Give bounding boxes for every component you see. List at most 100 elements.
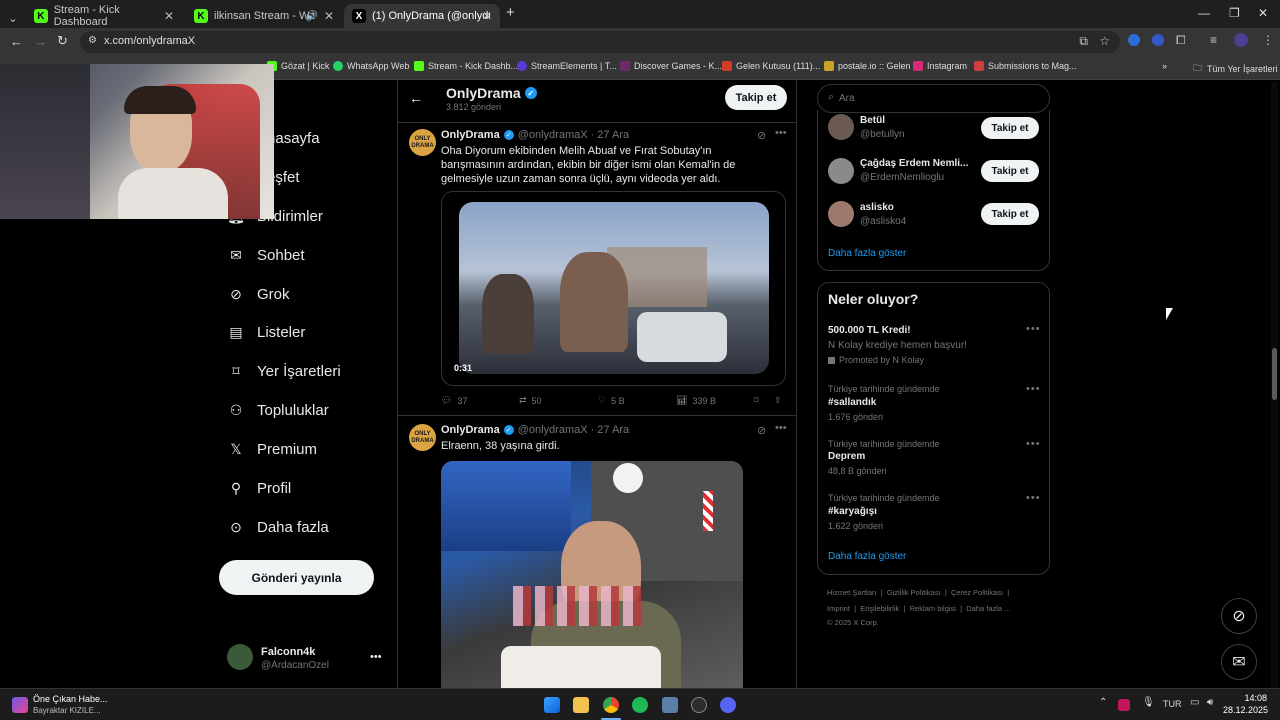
avatar[interactable] [828, 158, 854, 184]
footer-link[interactable]: Erişilebilirlik [860, 604, 899, 613]
nav-item-profile[interactable]: ⚲ Profil [228, 476, 291, 500]
speaker-icon[interactable]: 🔊 [306, 11, 318, 22]
bookmark-item[interactable]: WhatsApp Web [333, 61, 409, 71]
grok-icon[interactable]: ⊘ [757, 129, 766, 142]
grok-float-button[interactable]: ⊘ [1221, 598, 1257, 634]
nav-item-bookmarks[interactable]: ⌑ Yer İşaretleri [228, 359, 340, 383]
app-icon[interactable] [662, 697, 678, 713]
avatar[interactable] [828, 201, 854, 227]
chrome-icon[interactable] [603, 697, 619, 713]
url-box[interactable]: ⚙ x.com/onlydramaX ⧉ ☆ [80, 31, 1120, 53]
star-icon[interactable]: ☆ [1099, 34, 1110, 48]
footer-link[interactable]: Daha fazla ... [966, 604, 1010, 613]
bookmark-item[interactable]: Gelen Kutusu (111)... [722, 61, 820, 71]
trend-name[interactable]: #sallandık [828, 397, 876, 408]
news-title[interactable]: Öne Çıkan Habe... [33, 694, 108, 704]
nav-item-chat[interactable]: ✉ Sohbet [228, 243, 304, 267]
bookmark-icon[interactable]: ⌑ [754, 395, 759, 406]
follow-button[interactable]: Takip et [981, 203, 1039, 225]
windows-start-icon[interactable] [544, 697, 560, 713]
nav-item-more[interactable]: ⊙ Daha fazla [228, 515, 329, 539]
tweet-image[interactable] [441, 461, 743, 688]
clock-time[interactable]: 14:08 [1231, 693, 1267, 703]
nav-item-lists[interactable]: ▤ Listeler [228, 320, 305, 344]
tweet-handle[interactable]: @onlydramaX [518, 129, 588, 141]
spotify-icon[interactable] [632, 697, 648, 713]
promoted-title[interactable]: 500.000 TL Kredi! [828, 325, 911, 336]
tab-kick-dashboard[interactable]: K Stream - Kick Dashboard ✕ [26, 4, 182, 28]
news-widget-icon[interactable] [12, 697, 28, 713]
more-icon[interactable]: ••• [1026, 323, 1041, 335]
footer-link[interactable]: Gizlilik Politikası [887, 588, 941, 597]
tweet-date[interactable]: · 27 Ara [591, 129, 630, 141]
extension-icon[interactable] [1152, 34, 1164, 46]
url-text[interactable]: x.com/onlydramaX [104, 35, 195, 47]
more-icon[interactable]: ••• [1026, 438, 1041, 450]
footer-link[interactable]: Reklam bilgisi [910, 604, 956, 613]
footer-link[interactable]: Imprint [827, 604, 850, 613]
tweet-video[interactable]: 0:31 [441, 191, 786, 386]
back-icon[interactable]: ← [10, 34, 23, 49]
bookmark-item[interactable]: StreamElements | T... [517, 61, 617, 71]
scrollbar-thumb[interactable] [1272, 348, 1277, 400]
more-icon[interactable]: ••• [1026, 492, 1041, 504]
language-indicator[interactable]: TUR [1163, 699, 1182, 709]
bookmark-item[interactable]: Gözat | Kick [267, 61, 329, 71]
tab-onlydrama[interactable]: X (1) OnlyDrama (@onlydramaX ✕ [344, 4, 500, 28]
close-icon[interactable]: ✕ [164, 9, 174, 23]
tweet[interactable]: ONLY DRAMA OnlyDrama ✓ @onlydramaX · 27 … [398, 416, 796, 688]
discord-icon[interactable] [720, 697, 736, 713]
avatar[interactable]: ONLY DRAMA [409, 424, 436, 451]
tray-app-icon[interactable] [1118, 699, 1130, 711]
avatar[interactable] [227, 644, 253, 670]
tab-kick-stream[interactable]: K ilkinsan Stream - Watch Liv 🔊 ✕ [186, 4, 342, 28]
more-icon[interactable]: ••• [775, 127, 787, 139]
like-button[interactable]: ♡ 5 B [598, 395, 625, 406]
share-icon[interactable]: ⇧ [774, 395, 782, 406]
more-icon[interactable]: ••• [775, 422, 787, 434]
puzzle-icon[interactable]: ⧠ [1176, 33, 1186, 48]
bookmark-item[interactable]: postale.io :: Gelen [824, 61, 911, 71]
tab-search-button[interactable]: ⌄ [4, 6, 22, 30]
maximize-button[interactable]: ❐ [1229, 6, 1240, 20]
forward-icon[interactable]: → [34, 34, 47, 49]
nav-item-premium[interactable]: 𝕏 Premium [228, 437, 317, 461]
footer-link[interactable]: Çerez Politikası [951, 588, 1003, 597]
install-icon[interactable]: ⧉ [1079, 34, 1088, 49]
clock-date[interactable]: 28.12.2025 [1223, 705, 1268, 715]
tweet[interactable]: ONLY DRAMA OnlyDrama ✓ @onlydramaX · 27 … [398, 123, 796, 415]
messages-float-button[interactable]: ✉ [1221, 644, 1257, 680]
search-input[interactable]: ⌕ Ara [817, 84, 1050, 113]
bookmark-item[interactable]: Instagram [913, 61, 967, 71]
close-icon[interactable]: ✕ [324, 9, 334, 23]
views-button[interactable]: 📊︎ 339 B [676, 395, 716, 406]
bookmarks-overflow-icon[interactable]: » [1162, 61, 1167, 71]
account-name[interactable]: Falconn4k [261, 646, 315, 658]
microphone-icon[interactable]: 🎙︎ [1142, 697, 1155, 708]
suggested-user-name[interactable]: Çağdaş Erdem Nemli... [860, 158, 968, 169]
obs-icon[interactable] [691, 697, 707, 713]
trend-name[interactable]: #karyağışı [828, 506, 877, 517]
reply-button[interactable]: 💬︎ 37 [441, 395, 467, 406]
site-info-icon[interactable]: ⚙ [88, 35, 97, 46]
new-tab-button[interactable]: + [506, 4, 515, 21]
footer-link[interactable]: Hizmet Şartları [827, 588, 877, 597]
profile-avatar[interactable] [1234, 33, 1248, 47]
tweet-handle[interactable]: @onlydramaX [518, 424, 588, 436]
repost-button[interactable]: ⇄ 50 [519, 395, 542, 406]
suggested-user-name[interactable]: aslisko [860, 202, 894, 213]
nav-item-grok[interactable]: ⊘ Grok [228, 282, 289, 306]
reload-icon[interactable]: ↻ [57, 33, 68, 49]
trend-name[interactable]: Deprem [828, 451, 865, 462]
avatar[interactable]: ONLY DRAMA [409, 129, 436, 156]
tweet-date[interactable]: · 27 Ara [591, 424, 630, 436]
kebab-menu-icon[interactable]: ⋮ [1262, 33, 1274, 47]
bookmark-item[interactable]: Discover Games - K... [620, 61, 722, 71]
bookmark-item[interactable]: Stream - Kick Dashb... [414, 61, 518, 71]
nav-item-communities[interactable]: ⚇ Topluluklar [228, 398, 329, 422]
tweet-author[interactable]: OnlyDrama [441, 424, 500, 436]
close-icon[interactable]: ✕ [482, 9, 492, 23]
show-more-link[interactable]: Daha fazla göster [828, 551, 906, 562]
bookmark-item[interactable]: Submissions to Mag... [974, 61, 1077, 71]
suggested-user-name[interactable]: Betül [860, 115, 885, 126]
